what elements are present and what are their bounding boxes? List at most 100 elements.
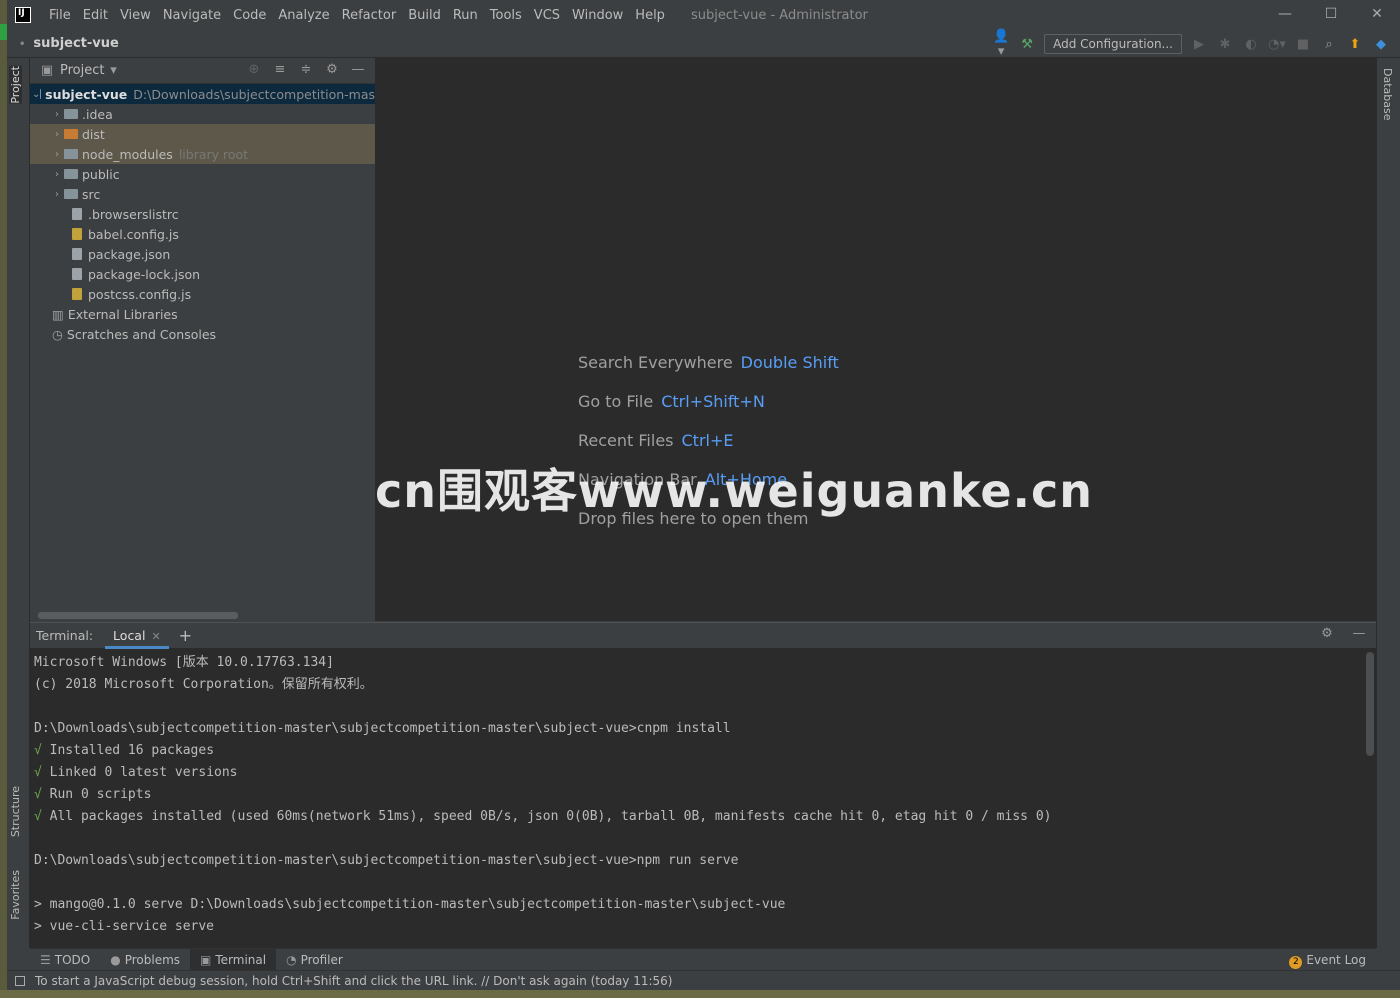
menu-file[interactable]: File [43,8,77,23]
profiler-tab[interactable]: ◔ Profiler [276,949,353,971]
user-icon[interactable]: 👤▾ [992,29,1010,59]
minimize-button[interactable]: — [1262,0,1308,30]
structure-tool-tab[interactable]: Structure [9,786,22,837]
chevron-right-icon[interactable]: › [50,149,64,160]
menu-run[interactable]: Run [447,8,484,23]
coverage-icon[interactable]: ◐ [1242,37,1260,52]
menu-analyze[interactable]: Analyze [272,8,335,23]
folder-icon [64,189,78,199]
database-tool-tab[interactable]: Database [1381,68,1394,121]
menu-help[interactable]: Help [629,8,671,23]
chevron-down-icon[interactable]: ⌄ [32,89,40,100]
chevron-right-icon[interactable]: › [50,129,64,140]
tree-item-package-json[interactable]: package.json [30,244,375,264]
event-log-tab[interactable]: 2 Event Log [1289,949,1366,971]
chevron-right-icon[interactable]: › [50,169,64,180]
js-file-icon [72,288,82,300]
terminal-line: (c) 2018 Microsoft Corporation。保留所有权利。 [34,677,373,692]
module-folder-icon [40,89,42,99]
expand-all-icon[interactable]: ≡ [271,62,289,77]
add-configuration-button[interactable]: Add Configuration... [1044,34,1182,54]
menu-window[interactable]: Window [566,8,629,23]
tree-item-babel-config[interactable]: babel.config.js [30,224,375,244]
tree-root[interactable]: ⌄ subject-vue D:\Downloads\subjectcompet… [30,84,375,104]
run-icon[interactable]: ▶ [1190,37,1208,52]
chevron-down-icon[interactable]: ▾ [104,63,122,78]
tree-item-label: public [82,166,120,182]
update-icon[interactable]: ⬆ [1346,37,1364,52]
close-icon[interactable]: ✕ [151,630,160,643]
terminal-line: √ Run 0 scripts [34,787,152,802]
terminal-scrollbar[interactable] [1366,652,1374,756]
status-message[interactable]: To start a JavaScript debug session, hol… [35,974,673,988]
menu-refactor[interactable]: Refactor [336,8,403,23]
favorites-tool-tab[interactable]: Favorites [9,870,22,920]
gear-icon[interactable]: ⚙ [323,62,341,77]
menu-edit[interactable]: Edit [77,8,114,23]
tip-shortcut: Double Shift [740,353,839,372]
editor-tips: Search Everywhere Double Shift Go to File… [578,353,839,548]
build-hammer-icon[interactable]: ⚒ [1018,37,1036,52]
tree-item-label: dist [82,126,105,142]
chevron-right-icon[interactable]: › [50,189,64,200]
tree-root-label: subject-vue [45,86,128,102]
locate-icon[interactable]: ⊕ [245,62,263,77]
project-view-selector[interactable]: Project [60,63,104,78]
tree-item-label: Scratches and Consoles [66,326,217,342]
tree-item-src[interactable]: › src [30,184,375,204]
terminal-tool-tab[interactable]: ▣ Terminal [190,948,277,971]
tip-label: Navigation Bar [578,470,697,489]
menu-view[interactable]: View [114,8,157,23]
hide-icon[interactable]: — [349,62,367,77]
profiler-icon: ◔ [286,952,297,967]
debug-icon[interactable]: ✱ [1216,37,1234,52]
stop-icon[interactable]: ■ [1294,37,1312,52]
tree-item-idea[interactable]: › .idea [30,104,375,124]
collapse-all-icon[interactable]: ≑ [297,62,315,77]
terminal-tab-label: Local [113,627,146,643]
project-tool-tab[interactable]: Project [9,66,22,104]
terminal-output[interactable]: Microsoft Windows [版本 10.0.17763.134] (c… [30,648,1376,942]
library-icon: ▥ [52,306,64,322]
scratches-icon: ◷ [52,326,63,342]
check-icon: √ [34,787,50,802]
menu-code[interactable]: Code [227,8,272,23]
breadcrumb-project[interactable]: subject-vue [19,36,118,51]
hide-icon[interactable]: — [1350,626,1368,641]
terminal-label: Terminal: [36,628,94,643]
menu-navigate[interactable]: Navigate [157,8,227,23]
horizontal-scrollbar[interactable] [38,612,238,619]
tree-item-node-modules[interactable]: › node_modules library root [30,144,375,164]
window-controls: — ☐ ✕ [1262,0,1400,30]
menu-vcs[interactable]: VCS [528,8,566,23]
tree-item-postcss-config[interactable]: postcss.config.js [30,284,375,304]
tree-item-dist[interactable]: › dist [30,124,375,144]
close-button[interactable]: ✕ [1354,0,1400,30]
terminal-tab-local[interactable]: Local ✕ [105,623,169,649]
tree-item-external-libraries[interactable]: ▥ External Libraries [30,304,375,324]
tip-search-everywhere: Search Everywhere Double Shift [578,353,839,392]
search-icon[interactable]: ⌕ [1320,37,1338,52]
tree-item-package-lock[interactable]: package-lock.json [30,264,375,284]
plugin-icon[interactable]: ◆ [1372,37,1390,52]
tip-shortcut: Alt+Home [704,470,788,489]
maximize-button[interactable]: ☐ [1308,0,1354,30]
title-bar: File Edit View Navigate Code Analyze Ref… [7,0,1400,30]
tree-item-browserslistrc[interactable]: .browserslistrc [30,204,375,224]
excluded-folder-icon [64,129,78,139]
menu-bar: File Edit View Navigate Code Analyze Ref… [43,8,671,23]
menu-build[interactable]: Build [402,8,447,23]
terminal-line: D:\Downloads\subjectcompetition-master\s… [34,853,739,868]
todo-tab[interactable]: ☰ TODO [30,949,100,971]
menu-tools[interactable]: Tools [484,8,528,23]
toggle-tool-windows-icon[interactable] [15,975,25,986]
tree-item-label: src [82,186,101,202]
profile-icon[interactable]: ◔▾ [1268,37,1286,52]
tree-item-scratches[interactable]: ◷ Scratches and Consoles [30,324,375,344]
new-terminal-button[interactable]: + [179,626,192,645]
gear-icon[interactable]: ⚙ [1318,626,1336,641]
tree-item-public[interactable]: › public [30,164,375,184]
problems-tab[interactable]: ● Problems [100,949,190,971]
chevron-right-icon[interactable]: › [50,109,64,120]
